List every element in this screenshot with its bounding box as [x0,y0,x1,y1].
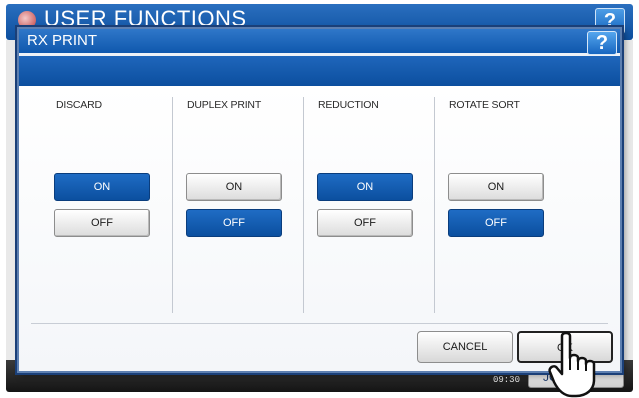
duplex-print-label: DUPLEX PRINT [187,99,262,111]
duplex-print-off-button[interactable]: OFF [186,209,282,237]
rx-print-dialog: RX PRINT ? DISCARD ON OFF DUPLEX PRINT O… [17,27,622,373]
reduction-label: REDUCTION [318,99,379,111]
discard-off-button[interactable]: OFF [54,209,150,237]
reduction-on-button[interactable]: ON [317,173,413,201]
rotate-sort-on-button[interactable]: ON [448,173,544,201]
column-divider [434,97,435,313]
dialog-header-band [19,56,620,86]
dialog-title: RX PRINT [27,32,98,49]
rotate-sort-off-button[interactable]: OFF [448,209,544,237]
discard-label: DISCARD [56,99,102,111]
column-divider [172,97,173,313]
discard-on-button[interactable]: ON [54,173,150,201]
column-divider [303,97,304,313]
dialog-help-button[interactable]: ? [587,31,617,55]
clock-display: 09:30 [492,375,520,385]
dialog-titlebar: RX PRINT [19,29,620,53]
reduction-off-button[interactable]: OFF [317,209,413,237]
hand-pointer-icon [548,331,596,398]
footer-divider [31,323,608,324]
duplex-print-on-button[interactable]: ON [186,173,282,201]
rotate-sort-label: ROTATE SORT [449,99,520,111]
cancel-button[interactable]: CANCEL [417,331,513,363]
